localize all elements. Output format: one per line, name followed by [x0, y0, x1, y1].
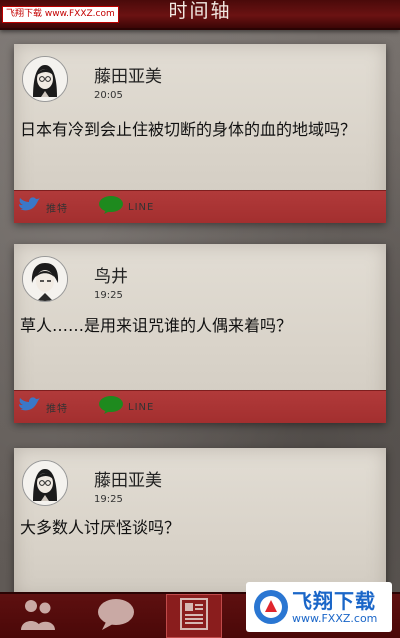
share-line-label: LINE: [128, 401, 155, 413]
share-line-label: LINE: [128, 201, 155, 213]
post-card: 鸟井 19:25 草人……是用来诅咒谁的人偶来着吗？ 推特 LINE: [14, 244, 386, 423]
share-bar: 推特 LINE: [14, 190, 386, 223]
post-card: 藤田亚美 20:05 日本有冷到会止住被切断的身体的血的地域吗？ 推特 LINE: [14, 44, 386, 223]
people-icon: [18, 596, 58, 636]
share-bar: 推特 LINE: [14, 390, 386, 423]
avatar[interactable]: [22, 56, 68, 102]
post-message: 日本有冷到会止住被切断的身体的血的地域吗？: [20, 120, 357, 139]
line-bubble-icon: [98, 395, 124, 419]
post-time: 20:05: [94, 90, 123, 101]
watermark-top: 飞翔下载 www.FXXZ.com: [2, 6, 119, 23]
post-time: 19:25: [94, 290, 123, 301]
post-card: 藤田亚美 19:25 大多数人讨厌怪谈吗？: [14, 448, 386, 598]
post-message: 大多数人讨厌怪谈吗？: [20, 518, 181, 537]
share-twitter-label: 推特: [46, 203, 68, 215]
share-line-button[interactable]: LINE: [98, 394, 154, 420]
post-author: 藤田亚美: [94, 471, 162, 491]
bird-icon: [18, 395, 42, 419]
avatar[interactable]: [22, 460, 68, 506]
share-twitter-label: 推特: [46, 403, 68, 415]
header-bar: 时间轴 飞翔下载 www.FXXZ.com: [0, 0, 400, 30]
share-twitter-button[interactable]: 推特: [18, 194, 68, 220]
nav-contacts-button[interactable]: [8, 594, 68, 638]
avatar[interactable]: [22, 256, 68, 302]
nav-chat-button[interactable]: [86, 594, 146, 638]
watermark-logo: 飞翔下载 www.FXXZ.com: [246, 582, 392, 632]
post-author: 鸟井: [94, 267, 128, 287]
bird-icon: [18, 195, 42, 219]
timeline-icon: [179, 597, 209, 635]
post-time: 19:25: [94, 494, 123, 505]
share-line-button[interactable]: LINE: [98, 194, 154, 220]
watermark-text: 飞翔下载: [292, 589, 376, 613]
line-bubble-icon: [98, 195, 124, 219]
watermark-url: www.FXXZ.com: [292, 612, 378, 625]
chat-bubble-icon: [96, 597, 136, 635]
post-author: 藤田亚美: [94, 67, 162, 87]
share-twitter-button[interactable]: 推特: [18, 394, 68, 420]
watermark-emblem-icon: [252, 588, 290, 630]
nav-timeline-button[interactable]: [166, 594, 222, 638]
post-message: 草人……是用来诅咒谁的人偶来着吗？: [20, 316, 293, 335]
